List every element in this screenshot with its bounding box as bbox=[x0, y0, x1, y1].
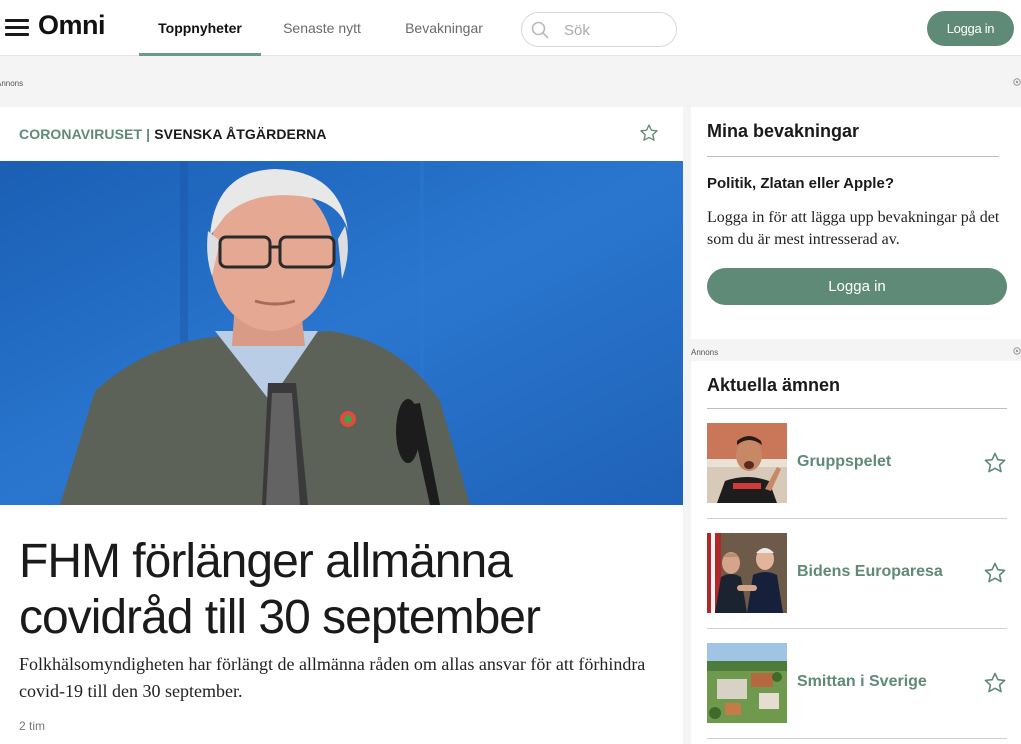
topic-thumbnail bbox=[707, 423, 787, 503]
topic-thumbnail bbox=[707, 533, 787, 613]
featured-article-card[interactable]: CORONAVIRUSET | SVENSKA ÅTGÄRDERNA FHM f… bbox=[0, 107, 683, 744]
watchlist-question: Politik, Zlatan eller Apple? bbox=[707, 175, 894, 192]
article-hero-image[interactable] bbox=[0, 161, 683, 505]
ad-settings-icon[interactable] bbox=[1012, 77, 1021, 87]
article-timestamp: 2 tim bbox=[19, 719, 46, 733]
topic-thumbnail bbox=[707, 643, 787, 723]
ad-label: Annons bbox=[0, 79, 24, 88]
article-topic-line: CORONAVIRUSET | SVENSKA ÅTGÄRDERNA bbox=[19, 126, 327, 142]
watchlist-title: Mina bevakningar bbox=[707, 121, 860, 141]
tab-senaste-nytt[interactable]: Senaste nytt bbox=[272, 0, 372, 56]
topic-item-bidens-europaresa[interactable]: Bidens Europaresa bbox=[707, 519, 1007, 629]
watchlist-description: Logga in för att lägga upp bevakningar p… bbox=[707, 209, 1000, 248]
tab-bevakningar[interactable]: Bevakningar bbox=[394, 0, 494, 56]
topic-separator: | bbox=[146, 126, 151, 142]
follow-star-icon[interactable] bbox=[639, 123, 659, 143]
topic-name[interactable]: Smittan i Sverige bbox=[797, 673, 927, 691]
topic-name[interactable]: Bidens Europaresa bbox=[797, 563, 943, 581]
article-lead: Folkhälsomyndigheten har förlängt de all… bbox=[19, 654, 646, 701]
search-box[interactable] bbox=[521, 12, 677, 47]
search-icon bbox=[531, 21, 549, 39]
divider bbox=[707, 156, 999, 157]
follow-star-icon[interactable] bbox=[983, 671, 1007, 695]
watchlist-card: Mina bevakningar Politik, Zlatan eller A… bbox=[691, 107, 1021, 339]
login-button-header[interactable]: Logga in bbox=[927, 11, 1014, 46]
menu-icon[interactable] bbox=[5, 19, 29, 37]
current-topics-card: Aktuella ämnen Gruppspelet Bidens Europa… bbox=[691, 361, 1021, 744]
follow-star-icon[interactable] bbox=[983, 451, 1007, 475]
current-topics-title: Aktuella ämnen bbox=[707, 375, 841, 395]
article-headline[interactable]: FHM förlänger allmänna covidråd till 30 … bbox=[19, 534, 669, 646]
top-navigation-bar: Omni Toppnyheter Senaste nytt Bevakninga… bbox=[0, 0, 1021, 56]
tab-toppnyheter[interactable]: Toppnyheter bbox=[139, 0, 261, 56]
divider bbox=[707, 738, 1007, 739]
ad-settings-icon[interactable] bbox=[1012, 346, 1021, 356]
article-topic-link[interactable]: CORONAVIRUSET bbox=[19, 126, 142, 142]
login-button-watchlist[interactable]: Logga in bbox=[707, 268, 1007, 305]
topic-item-smittan-i-sverige[interactable]: Smittan i Sverige bbox=[707, 629, 1007, 739]
article-subtopic[interactable]: SVENSKA ÅTGÄRDERNA bbox=[154, 126, 326, 142]
ad-label-side: Annons bbox=[691, 348, 719, 357]
search-input[interactable] bbox=[564, 20, 664, 40]
topic-item-gruppspelet[interactable]: Gruppspelet bbox=[707, 409, 1007, 519]
topic-name[interactable]: Gruppspelet bbox=[797, 453, 891, 471]
site-logo[interactable]: Omni bbox=[38, 10, 106, 41]
follow-star-icon[interactable] bbox=[983, 561, 1007, 585]
